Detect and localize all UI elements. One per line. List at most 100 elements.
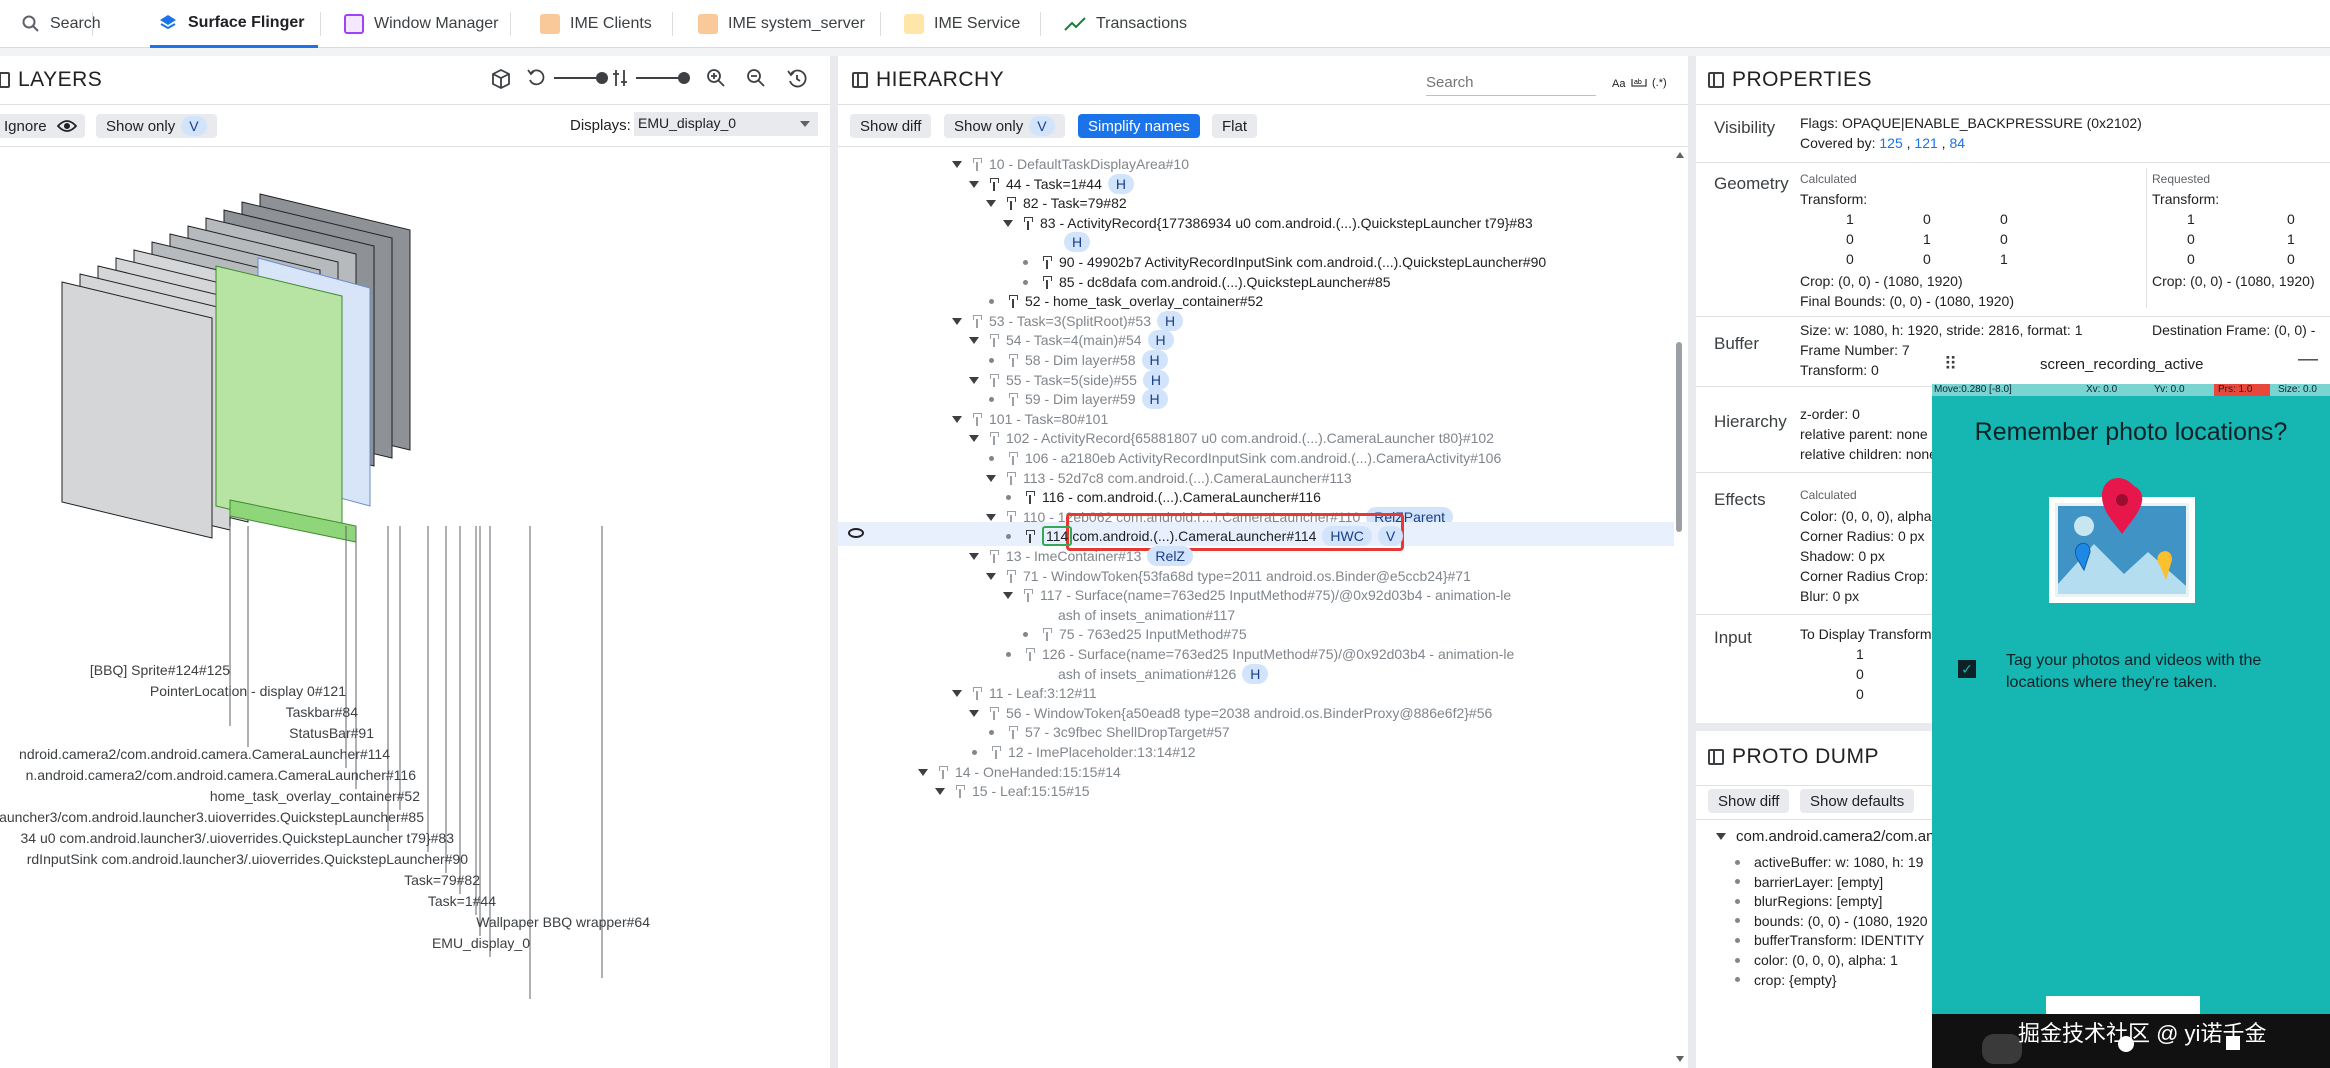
layer-label[interactable]: ndroid.camera2/com.android.camera.Camera… xyxy=(19,746,390,762)
expand-toggle-icon[interactable] xyxy=(952,317,962,325)
pin-icon[interactable] xyxy=(1008,392,1018,406)
pin-icon[interactable] xyxy=(1006,471,1016,485)
back-nav-icon[interactable] xyxy=(1982,1034,2022,1064)
pin-icon[interactable] xyxy=(989,431,999,445)
layer-label[interactable]: StatusBar#91 xyxy=(289,725,374,741)
expand-toggle-icon[interactable] xyxy=(952,689,962,697)
expand-toggle-icon[interactable] xyxy=(1003,219,1013,227)
pin-icon[interactable] xyxy=(1008,725,1018,739)
ignore-button[interactable]: Ignore xyxy=(0,114,85,138)
show-defaults-button[interactable]: Show defaults xyxy=(1800,789,1915,813)
visibility-eye-icon[interactable] xyxy=(848,528,864,538)
layer-label[interactable]: PointerLocation - display 0#121 xyxy=(150,683,346,699)
match-case-toggle[interactable]: Aa xyxy=(1612,78,1625,90)
pin-icon[interactable] xyxy=(1042,255,1052,269)
expand-toggle-icon[interactable] xyxy=(918,768,928,776)
layer-plane[interactable] xyxy=(61,281,213,539)
pin-icon[interactable] xyxy=(989,706,999,720)
show-only-button[interactable]: Show only V xyxy=(944,114,1065,138)
layer-label[interactable]: [BBQ] Sprite#124#125 xyxy=(90,662,230,678)
layer-plane-highlighted[interactable] xyxy=(215,265,343,537)
expand-toggle-icon[interactable] xyxy=(952,415,962,423)
pin-icon[interactable] xyxy=(1042,627,1052,641)
hierarchy-search-input[interactable] xyxy=(1426,70,1596,96)
pin-icon[interactable] xyxy=(955,784,965,798)
pin-icon[interactable] xyxy=(1006,196,1016,210)
layer-stack-3d-view[interactable] xyxy=(0,146,830,1046)
pin-icon[interactable] xyxy=(1023,588,1033,602)
pin-icon[interactable] xyxy=(1023,216,1033,230)
proto-root-node[interactable]: com.android.camera2/com.andr xyxy=(1716,823,1948,849)
tab-window-manager[interactable]: Window Manager xyxy=(336,0,507,48)
rotate-icon[interactable] xyxy=(526,68,546,88)
zoom-in-icon[interactable] xyxy=(706,68,726,88)
pin-icon[interactable] xyxy=(938,765,948,779)
expand-toggle-icon[interactable] xyxy=(1003,591,1013,599)
flat-toggle[interactable]: Flat xyxy=(1212,114,1258,138)
layer-label[interactable]: rdInputSink com.android.launcher3/.uiove… xyxy=(27,851,468,867)
pin-icon[interactable] xyxy=(1025,490,1035,504)
pin-icon[interactable] xyxy=(1025,529,1035,543)
layer-label[interactable]: Task=79#82 xyxy=(404,872,480,888)
covered-link[interactable]: 121 xyxy=(1914,135,1937,151)
dock-icon[interactable] xyxy=(1708,72,1724,88)
phone-preview-window[interactable]: ⠿ screen_recording_active — Move:0.280 [… xyxy=(1932,344,2330,1068)
rotation-slider[interactable] xyxy=(554,72,608,84)
tab-ime-service[interactable]: IME Service xyxy=(896,0,1028,48)
expand-toggle-icon[interactable] xyxy=(969,552,979,560)
pin-icon[interactable] xyxy=(989,549,999,563)
layer-label[interactable]: launcher3/com.android.launcher3.uioverri… xyxy=(0,809,424,825)
minimize-icon[interactable]: — xyxy=(2298,348,2318,371)
pin-icon[interactable] xyxy=(1025,647,1035,661)
display-select[interactable]: EMU_display_0 xyxy=(634,112,818,136)
layer-label[interactable]: home_task_overlay_container#52 xyxy=(210,788,420,804)
tab-surface-flinger[interactable]: Surface Flinger xyxy=(150,0,318,48)
tab-search[interactable]: Search xyxy=(14,0,109,48)
pin-icon[interactable] xyxy=(972,157,982,171)
tree-scrollbar[interactable] xyxy=(1674,152,1684,1062)
layer-label[interactable]: Task=1#44 xyxy=(428,893,496,909)
window-titlebar[interactable]: ⠿ screen_recording_active — xyxy=(1932,344,2330,384)
tab-ime-system-server[interactable]: IME system_server xyxy=(690,0,873,48)
zoom-out-icon[interactable] xyxy=(746,68,766,88)
pin-icon[interactable] xyxy=(989,333,999,347)
dock-icon[interactable] xyxy=(0,72,10,88)
show-diff-button[interactable]: Show diff xyxy=(1708,789,1790,813)
covered-link[interactable]: 84 xyxy=(1949,135,1965,151)
expand-toggle-icon[interactable] xyxy=(969,336,979,344)
expand-toggle-icon[interactable] xyxy=(969,180,979,188)
location-checkbox[interactable]: ✓ xyxy=(1958,660,1976,678)
simplify-names-toggle[interactable]: Simplify names xyxy=(1078,114,1200,138)
layer-label[interactable]: n.android.camera2/com.android.camera.Cam… xyxy=(26,767,416,783)
expand-toggle-icon[interactable] xyxy=(986,474,996,482)
layer-label[interactable]: Wallpaper BBQ wrapper#64 xyxy=(476,914,650,930)
proto-field[interactable]: crop: {empty} xyxy=(1732,967,1837,993)
drag-handle-icon[interactable]: ⠿ xyxy=(1944,354,1957,375)
dock-icon[interactable] xyxy=(1708,749,1724,765)
pin-icon[interactable] xyxy=(989,177,999,191)
pin-icon[interactable] xyxy=(1008,294,1018,308)
expand-toggle-icon[interactable] xyxy=(986,572,996,580)
cube-icon[interactable] xyxy=(490,68,512,90)
tab-ime-clients[interactable]: IME Clients xyxy=(532,0,660,48)
covered-link[interactable]: 125 xyxy=(1879,135,1902,151)
show-only-button[interactable]: Show only V xyxy=(96,114,217,138)
expand-toggle-icon[interactable] xyxy=(969,434,979,442)
expand-toggle-icon[interactable] xyxy=(986,199,996,207)
pin-icon[interactable] xyxy=(1042,275,1052,289)
pin-icon[interactable] xyxy=(989,373,999,387)
pin-icon[interactable] xyxy=(991,745,1001,759)
spacing-slider[interactable] xyxy=(636,72,690,84)
pin-icon[interactable] xyxy=(972,314,982,328)
pin-icon[interactable] xyxy=(972,412,982,426)
expand-toggle-icon[interactable] xyxy=(952,160,962,168)
tab-transactions[interactable]: Transactions xyxy=(1056,0,1195,48)
expand-toggle-icon[interactable] xyxy=(969,709,979,717)
expand-toggle-icon[interactable] xyxy=(986,513,996,521)
show-diff-button[interactable]: Show diff xyxy=(850,114,932,138)
pin-icon[interactable] xyxy=(1008,451,1018,465)
pin-icon[interactable] xyxy=(1006,569,1016,583)
layer-label[interactable]: EMU_display_0 xyxy=(432,935,530,951)
ok-button-bar[interactable] xyxy=(2046,996,2200,1014)
match-word-icon[interactable]: ab xyxy=(1630,76,1648,88)
